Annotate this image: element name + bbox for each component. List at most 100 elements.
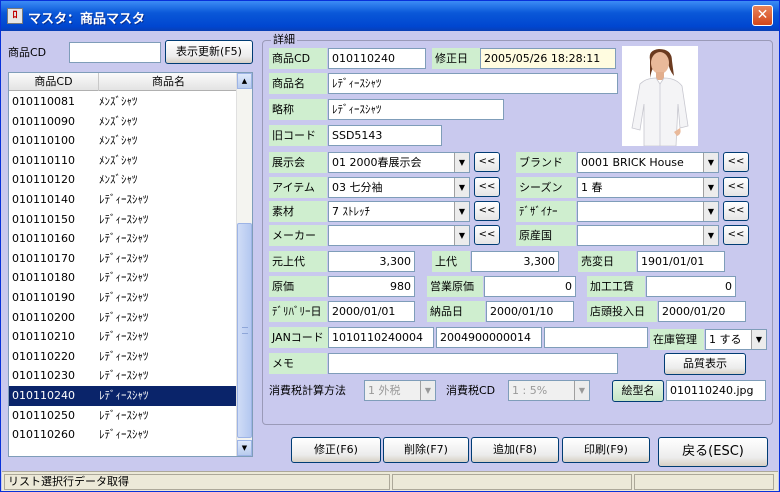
jan-field-1[interactable]: 1010110240004 xyxy=(328,327,434,348)
sales-cost-field[interactable]: 0 xyxy=(484,276,576,297)
received-label: 納品日 xyxy=(427,301,485,322)
designer-label: ﾃﾞｻﾞｲﾅｰ xyxy=(516,201,576,222)
list-item-code: 010110140 xyxy=(12,193,75,206)
list-item[interactable]: 010110210 ﾚﾃﾞｨｰｽｼｬﾂ xyxy=(9,327,238,347)
delete-button[interactable]: 削除(F7) xyxy=(383,437,469,463)
list-item[interactable]: 010110240 ﾚﾃﾞｨｰｽｼｬﾂ xyxy=(9,386,238,406)
maker-back-button[interactable]: << xyxy=(474,225,500,245)
jan-field-3[interactable] xyxy=(544,327,648,348)
chevron-down-icon[interactable]: ▼ xyxy=(703,202,718,221)
original-price-field[interactable]: 3,300 xyxy=(328,251,415,272)
cost-field[interactable]: 980 xyxy=(328,276,415,297)
designer-back-button[interactable]: << xyxy=(723,201,749,221)
column-header-name[interactable]: 商品名 xyxy=(99,73,238,91)
list-item[interactable]: 010110190 ﾚﾃﾞｨｰｽｼｬﾂ xyxy=(9,288,238,308)
list-item-code: 010110190 xyxy=(12,291,75,304)
chevron-down-icon[interactable]: ▼ xyxy=(703,178,718,197)
product-name-field[interactable]: ﾚﾃﾞｨｰｽｼｬﾂ xyxy=(328,73,618,94)
list-item[interactable]: 010110090 ﾒﾝｽﾞｼｬﾂ xyxy=(9,112,238,132)
list-item[interactable]: 010110110 ﾒﾝｽﾞｼｬﾂ xyxy=(9,151,238,171)
product-list[interactable]: 商品CD 商品名 010110081 ﾒﾝｽﾞｼｬﾂ 010110090 ﾒﾝｽﾞｼｬ… xyxy=(8,72,253,457)
tax-cd-select[interactable]: 1 : 5% ▼ xyxy=(508,380,590,401)
stock-select[interactable]: 1 する ▼ xyxy=(705,329,767,350)
delivery-field[interactable]: 2000/01/01 xyxy=(328,301,415,322)
list-item[interactable]: 010110250 ﾚﾃﾞｨｰｽｼｬﾂ xyxy=(9,406,238,426)
chevron-down-icon[interactable]: ▼ xyxy=(454,153,469,172)
main-window: ﾛ マスタ：商品マスタ ✕ 商品CD 表示更新(F5) 商品CD 商品名 010… xyxy=(0,0,780,492)
chevron-down-icon[interactable]: ▼ xyxy=(574,381,589,400)
abbrev-field[interactable]: ﾚﾃﾞｨｰｽｼｬﾂ xyxy=(328,99,504,120)
brand-back-button[interactable]: << xyxy=(723,152,749,172)
search-label: 商品CD xyxy=(8,46,47,59)
picture-name-button[interactable]: 絵型名 xyxy=(612,380,664,402)
list-item[interactable]: 010110180 ﾚﾃﾞｨｰｽｼｬﾂ xyxy=(9,268,238,288)
item-select[interactable]: 03 七分袖 ▼ xyxy=(328,177,470,198)
chevron-down-icon[interactable]: ▼ xyxy=(703,226,718,245)
search-input[interactable] xyxy=(69,42,161,63)
chevron-down-icon[interactable]: ▼ xyxy=(454,226,469,245)
material-select[interactable]: 7 ｽﾄﾚｯﾁ ▼ xyxy=(328,201,470,222)
list-item[interactable]: 010110150 ﾚﾃﾞｨｰｽｼｬﾂ xyxy=(9,210,238,230)
season-back-button[interactable]: << xyxy=(723,177,749,197)
refresh-button[interactable]: 表示更新(F5) xyxy=(165,40,253,64)
maker-select[interactable]: ▼ xyxy=(328,225,470,246)
brand-value: 0001 BRICK House xyxy=(581,156,684,169)
title-bar[interactable]: ﾛ マスタ：商品マスタ ✕ xyxy=(1,1,779,31)
abbrev-label: 略称 xyxy=(269,99,327,120)
received-field[interactable]: 2000/01/10 xyxy=(486,301,574,322)
add-button[interactable]: 追加(F8) xyxy=(471,437,559,463)
list-item[interactable]: 010110220 ﾚﾃﾞｨｰｽｼｬﾂ xyxy=(9,347,238,367)
item-value: 03 七分袖 xyxy=(332,181,383,194)
detail-group-title: 詳細 xyxy=(271,33,297,46)
exhibition-select[interactable]: 01 2000春展示会 ▼ xyxy=(328,152,470,173)
chevron-down-icon[interactable]: ▼ xyxy=(454,178,469,197)
scroll-down-icon[interactable]: ▼ xyxy=(237,440,252,456)
scroll-thumb[interactable] xyxy=(237,223,252,438)
list-item[interactable]: 010110081 ﾒﾝｽﾞｼｬﾂ xyxy=(9,92,238,112)
list-scrollbar[interactable]: ▲ ▼ xyxy=(236,73,252,456)
chevron-down-icon[interactable]: ▼ xyxy=(703,153,718,172)
product-cd-field[interactable]: 010110240 xyxy=(328,48,426,69)
back-button[interactable]: 戻る(ESC) xyxy=(658,437,768,467)
store-field[interactable]: 2000/01/20 xyxy=(658,301,746,322)
list-item[interactable]: 010110230 ﾚﾃﾞｨｰｽｼｬﾂ xyxy=(9,366,238,386)
brand-select[interactable]: 0001 BRICK House ▼ xyxy=(577,152,719,173)
print-button[interactable]: 印刷(F9) xyxy=(562,437,650,463)
list-item[interactable]: 010110140 ﾚﾃﾞｨｰｽｼｬﾂ xyxy=(9,190,238,210)
release-field[interactable]: 1901/01/01 xyxy=(637,251,725,272)
list-item-name: ﾒﾝｽﾞｼｬﾂ xyxy=(99,153,138,167)
origin-back-button[interactable]: << xyxy=(723,225,749,245)
modified-field[interactable]: 2005/05/26 18:28:11 xyxy=(480,48,616,69)
edit-button[interactable]: 修正(F6) xyxy=(291,437,381,463)
designer-select[interactable]: ▼ xyxy=(577,201,719,222)
season-select[interactable]: 1 春 ▼ xyxy=(577,177,719,198)
chevron-down-icon[interactable]: ▼ xyxy=(420,381,435,400)
material-back-button[interactable]: << xyxy=(474,201,500,221)
origin-select[interactable]: ▼ xyxy=(577,225,719,246)
list-item[interactable]: 010110170 ﾚﾃﾞｨｰｽｼｬﾂ xyxy=(9,249,238,269)
price-field[interactable]: 3,300 xyxy=(471,251,559,272)
picture-file-field[interactable]: 010110240.jpg xyxy=(666,380,766,401)
store-label: 店頭投入日 xyxy=(587,301,657,322)
tax-method-select[interactable]: 1 外税 ▼ xyxy=(364,380,436,401)
list-item[interactable]: 010110100 ﾒﾝｽﾞｼｬﾂ xyxy=(9,131,238,151)
list-item-name: ﾚﾃﾞｨｰｽｼｬﾂ xyxy=(99,310,149,324)
list-item[interactable]: 010110120 ﾒﾝｽﾞｼｬﾂ xyxy=(9,170,238,190)
processing-field[interactable]: 0 xyxy=(646,276,736,297)
list-item[interactable]: 010110160 ﾚﾃﾞｨｰｽｼｬﾂ xyxy=(9,229,238,249)
column-header-code[interactable]: 商品CD xyxy=(9,73,99,91)
list-item[interactable]: 010110200 ﾚﾃﾞｨｰｽｼｬﾂ xyxy=(9,308,238,328)
jan-field-2[interactable]: 2004900000014 xyxy=(436,327,542,348)
chevron-down-icon[interactable]: ▼ xyxy=(454,202,469,221)
exhibition-back-button[interactable]: << xyxy=(474,152,500,172)
list-item-code: 010110230 xyxy=(12,369,75,383)
memo-field[interactable] xyxy=(328,353,618,374)
scroll-up-icon[interactable]: ▲ xyxy=(237,73,252,89)
item-back-button[interactable]: << xyxy=(474,177,500,197)
chevron-down-icon[interactable]: ▼ xyxy=(751,330,766,349)
quality-display-button[interactable]: 品質表示 xyxy=(664,353,746,375)
close-icon[interactable]: ✕ xyxy=(752,5,773,26)
tax-cd-label: 消費税CD xyxy=(446,384,496,397)
list-item[interactable]: 010110260 ﾚﾃﾞｨｰｽｼｬﾂ xyxy=(9,425,238,445)
old-code-field[interactable]: SSD5143 xyxy=(328,125,442,146)
